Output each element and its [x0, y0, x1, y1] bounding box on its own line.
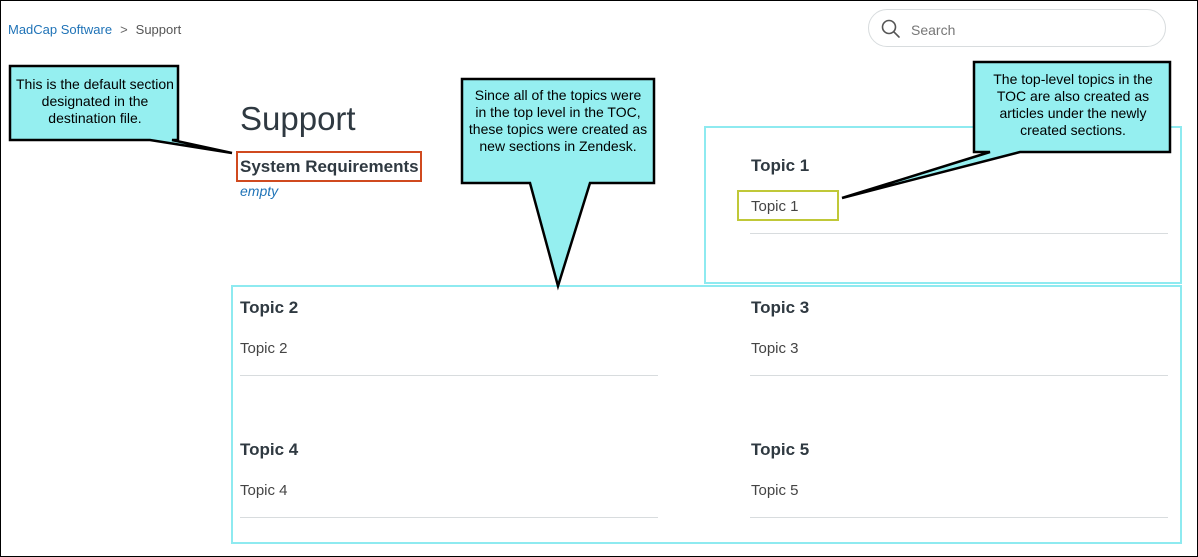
callout-new-sections: Since all of the topics were in the top …: [468, 87, 648, 154]
callout-articles: The top-level topics in the TOC are also…: [993, 71, 1153, 138]
callout-default-section: This is the default section designated i…: [16, 76, 174, 126]
